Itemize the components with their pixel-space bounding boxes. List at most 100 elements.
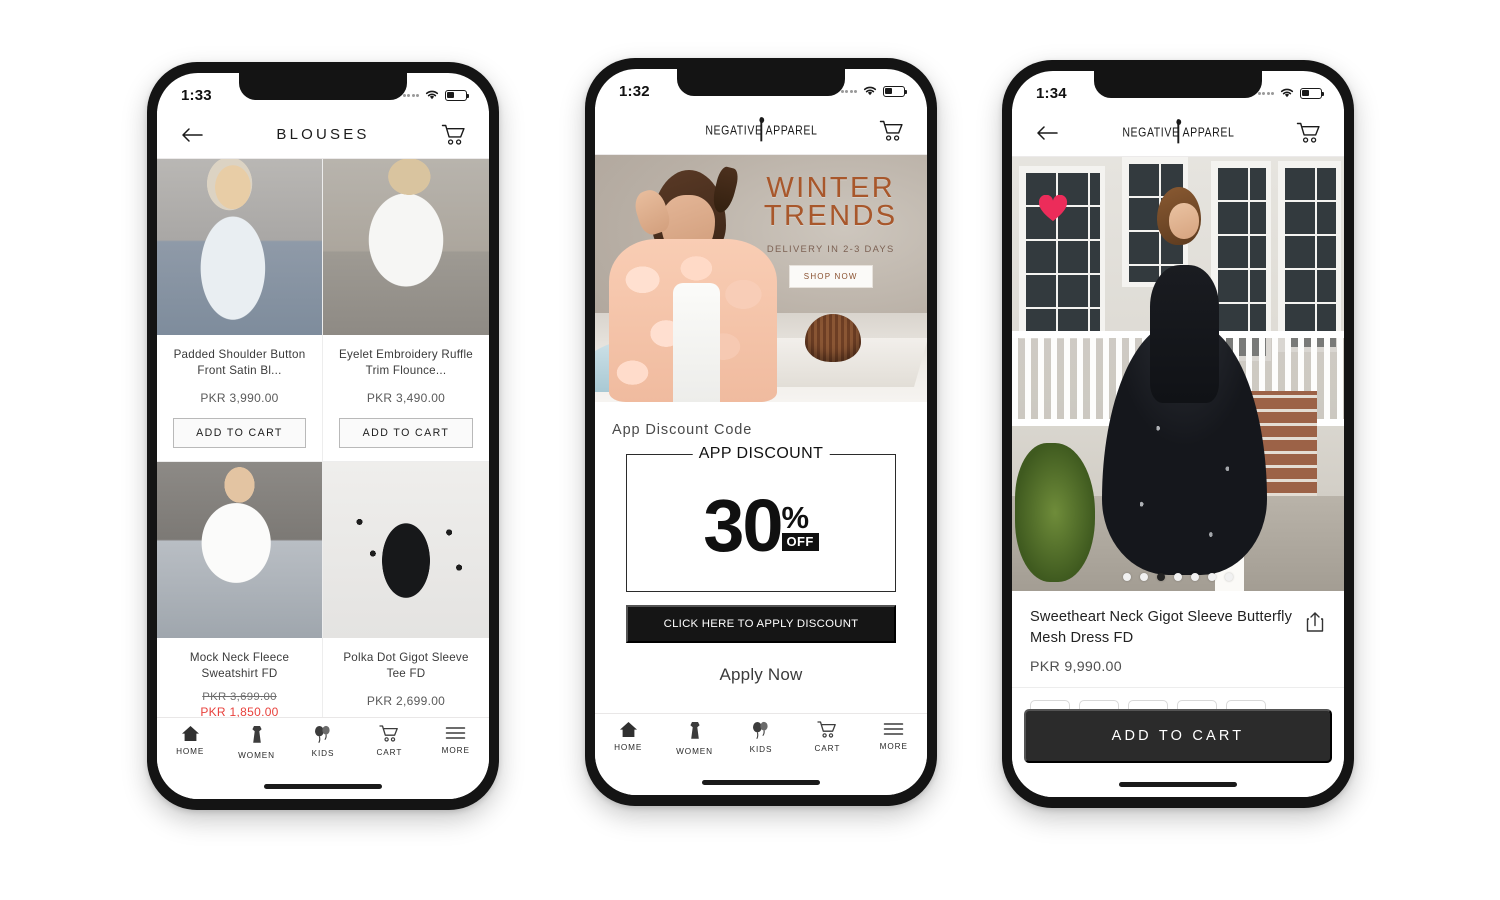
tab-label: KIDS xyxy=(311,749,335,758)
shop-now-button[interactable]: SHOP NOW xyxy=(788,265,873,289)
product-price: PKR 3,490.00 xyxy=(366,391,446,405)
add-to-cart-button[interactable]: ADD TO CART xyxy=(173,418,306,448)
discount-percent-block: % OFF xyxy=(781,500,819,551)
battery-icon xyxy=(883,85,908,97)
product-card[interactable]: Eyelet Embroidery Ruffle Trim Flounce...… xyxy=(323,159,489,462)
back-button[interactable] xyxy=(177,120,207,150)
balloons-icon xyxy=(315,725,331,744)
phone3-notch xyxy=(1094,71,1262,98)
house-window xyxy=(1018,165,1105,340)
balloons-icon xyxy=(753,721,769,740)
back-button[interactable] xyxy=(1032,118,1062,148)
product-grid: Padded Shoulder Button Front Satin Bl...… xyxy=(157,159,489,717)
signal-dots-icon xyxy=(402,93,419,97)
tab-women[interactable]: WOMEN xyxy=(666,721,724,756)
dress-icon xyxy=(689,722,700,739)
phone1-notch xyxy=(239,73,407,100)
product-card[interactable]: Mock Neck Fleece Sweatshirt FD PKR 3,699… xyxy=(157,462,323,717)
status-indicators xyxy=(1257,87,1325,99)
gallery-pagination-dots[interactable] xyxy=(1012,573,1344,581)
discount-number: 30 xyxy=(703,484,783,568)
dress-bodice xyxy=(1150,264,1220,404)
shopping-cart-icon xyxy=(817,721,836,738)
gallery-dot[interactable] xyxy=(1208,573,1216,581)
banner-heading-line1: WINTER xyxy=(766,171,896,204)
phone1-product-list[interactable]: Padded Shoulder Button Front Satin Bl...… xyxy=(157,159,489,717)
product-sale-price: PKR 1,850.00 xyxy=(200,705,279,717)
model-photo xyxy=(1098,183,1271,591)
product-card[interactable]: Padded Shoulder Button Front Satin Bl...… xyxy=(157,159,323,462)
product-image[interactable] xyxy=(323,159,489,335)
apply-discount-button[interactable]: CLICK HERE TO APPLY DISCOUNT xyxy=(626,605,896,643)
tab-label: CART xyxy=(814,744,841,753)
brand-logo: NEGATIVE APPAREL xyxy=(1122,118,1234,143)
percent-symbol: % xyxy=(781,500,810,536)
cart-button[interactable] xyxy=(1294,118,1324,148)
phone2-screen: 1:32 NEGATIVE APPAREL WINTER TRENDS DELI… xyxy=(595,69,927,795)
share-icon xyxy=(1306,612,1324,632)
tab-label: WOMEN xyxy=(676,747,713,756)
phone2-home-content[interactable]: WINTER TRENDS DELIVERY IN 2-3 DAYS SHOP … xyxy=(595,155,927,713)
product-card[interactable]: Polka Dot Gigot Sleeve Tee FD PKR 2,699.… xyxy=(323,462,489,717)
house-window xyxy=(1277,161,1341,353)
add-to-cart-button[interactable]: ADD TO CART xyxy=(1024,709,1332,763)
gallery-dot[interactable] xyxy=(1225,573,1233,581)
tab-kids[interactable]: KIDS xyxy=(294,725,352,758)
share-button[interactable] xyxy=(1304,607,1326,637)
product-image[interactable] xyxy=(323,462,489,638)
home-icon xyxy=(619,722,637,737)
product-summary: Sweetheart Neck Gigot Sleeve Butterfly M… xyxy=(1012,591,1344,689)
phone3-screen: 1:34 NEGATIVE APPAREL Sweetheart Neck Gi… xyxy=(1012,71,1344,797)
product-info: Polka Dot Gigot Sleeve Tee FD PKR 2,699.… xyxy=(323,638,489,717)
banner-basket-prop xyxy=(804,314,861,363)
status-indicators xyxy=(402,89,470,101)
product-original-price: PKR 3,699.00 xyxy=(202,691,277,703)
banner-text-block: WINTER TRENDS DELIVERY IN 2-3 DAYS SHOP … xyxy=(744,171,917,289)
battery-icon xyxy=(445,89,470,101)
phone2-notch xyxy=(677,69,845,96)
product-gallery[interactable] xyxy=(1012,157,1344,591)
shopping-cart-icon xyxy=(879,120,903,141)
tab-label: MORE xyxy=(879,742,908,751)
tab-cart[interactable]: CART xyxy=(360,725,418,757)
gallery-dot[interactable] xyxy=(1123,573,1131,581)
hamburger-menu-icon xyxy=(884,723,904,735)
tab-women[interactable]: WOMEN xyxy=(228,725,286,760)
phone3-app-bar: NEGATIVE APPAREL xyxy=(1012,109,1344,157)
product-price: PKR 2,699.00 xyxy=(366,694,446,708)
gallery-dot-active[interactable] xyxy=(1157,573,1165,581)
gallery-dot[interactable] xyxy=(1174,573,1182,581)
tab-label: HOME xyxy=(176,747,205,756)
wifi-icon xyxy=(863,86,877,96)
tab-more[interactable]: MORE xyxy=(427,725,485,755)
discount-section: App Discount Code APP DISCOUNT 30 % OFF xyxy=(595,402,927,685)
status-clock: 1:33 xyxy=(181,86,212,104)
product-title: Sweetheart Neck Gigot Sleeve Butterfly M… xyxy=(1030,609,1293,646)
product-image[interactable] xyxy=(157,462,322,638)
gallery-dot[interactable] xyxy=(1191,573,1199,581)
tab-label: MORE xyxy=(441,746,470,755)
tab-kids[interactable]: KIDS xyxy=(732,721,790,754)
product-name: Eyelet Embroidery Ruffle Trim Flounce... xyxy=(338,348,474,377)
phone-mockup-2: 1:32 NEGATIVE APPAREL WINTER TRENDS DELI… xyxy=(585,58,937,806)
banner-heading-line2: TRENDS xyxy=(763,199,898,232)
product-name: Padded Shoulder Button Front Satin Bl... xyxy=(173,348,306,377)
cart-button[interactable] xyxy=(877,116,907,146)
product-image[interactable] xyxy=(157,159,322,335)
sticky-cta-wrap: ADD TO CART xyxy=(1012,709,1344,771)
bush xyxy=(1015,443,1095,583)
tab-more[interactable]: MORE xyxy=(865,721,923,751)
add-to-cart-button[interactable]: ADD TO CART xyxy=(339,418,473,448)
tab-home[interactable]: HOME xyxy=(599,721,657,752)
needle-pin-icon xyxy=(1174,118,1182,143)
tab-cart[interactable]: CART xyxy=(798,721,856,753)
tab-home[interactable]: HOME xyxy=(161,725,219,756)
phone3-product-detail[interactable]: Sweetheart Neck Gigot Sleeve Butterfly M… xyxy=(1012,157,1344,771)
phone2-tab-bar: HOME WOMEN KIDS CART MORE xyxy=(595,713,927,769)
promo-banner[interactable]: WINTER TRENDS DELIVERY IN 2-3 DAYS SHOP … xyxy=(595,155,927,402)
gallery-dot[interactable] xyxy=(1140,573,1148,581)
discount-amount: 30 % OFF xyxy=(703,484,819,568)
heart-filled-icon[interactable] xyxy=(1038,195,1068,222)
cart-button[interactable] xyxy=(439,120,469,150)
signal-dots-icon xyxy=(1257,91,1274,95)
